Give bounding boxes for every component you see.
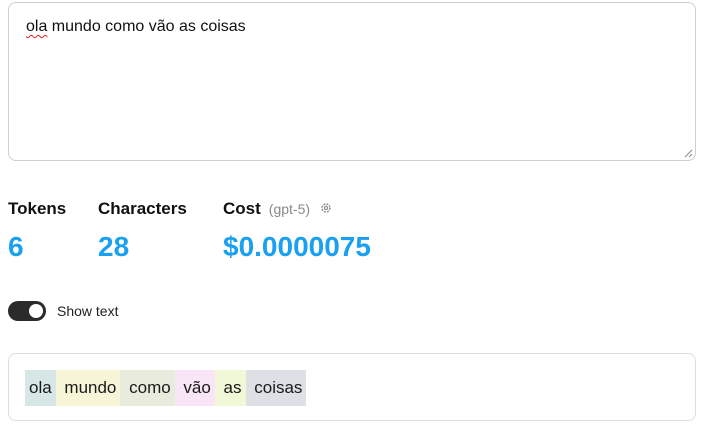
token-chip: as xyxy=(214,370,246,406)
token-chip: coisas xyxy=(245,370,307,406)
cost-label: Cost xyxy=(223,199,261,218)
text-input-value[interactable]: ola mundo como vão as coisas xyxy=(26,18,246,36)
characters-value: 28 xyxy=(98,231,130,262)
cost-stat: Cost (gpt-5) $0.0000075 xyxy=(223,199,371,262)
token-chip: ola xyxy=(25,370,56,406)
gear-icon[interactable] xyxy=(320,202,332,214)
show-text-row: Show text xyxy=(8,300,118,322)
show-text-label: Show text xyxy=(57,303,119,319)
tokens-stat: Tokens 6 xyxy=(8,199,67,262)
text-input-area[interactable]: ola mundo como vão as coisas xyxy=(8,2,696,161)
token-list: ola mundo como vão as coisas xyxy=(25,370,307,406)
cost-value: $0.0000075 xyxy=(223,231,371,262)
tokenizer-page: ola mundo como vão as coisas Tokens 6 Ch… xyxy=(0,0,705,430)
misspelled-word: ola xyxy=(26,18,48,35)
model-name: (gpt-5) xyxy=(268,201,311,217)
resize-handle-icon[interactable] xyxy=(683,148,693,158)
token-chip: vão xyxy=(174,370,215,406)
show-text-toggle[interactable] xyxy=(8,301,46,321)
cost-label-row: Cost (gpt-5) xyxy=(223,199,332,219)
tokens-value: 6 xyxy=(8,231,24,262)
input-remaining-text: mundo como vão as coisas xyxy=(47,18,246,35)
token-chip: mundo xyxy=(55,370,121,406)
characters-stat: Characters 28 xyxy=(98,199,187,262)
tokens-label: Tokens xyxy=(8,199,67,218)
characters-label: Characters xyxy=(98,199,187,218)
token-visualization: ola mundo como vão as coisas xyxy=(8,353,696,421)
token-chip: como xyxy=(120,370,175,406)
toggle-knob xyxy=(29,304,43,318)
